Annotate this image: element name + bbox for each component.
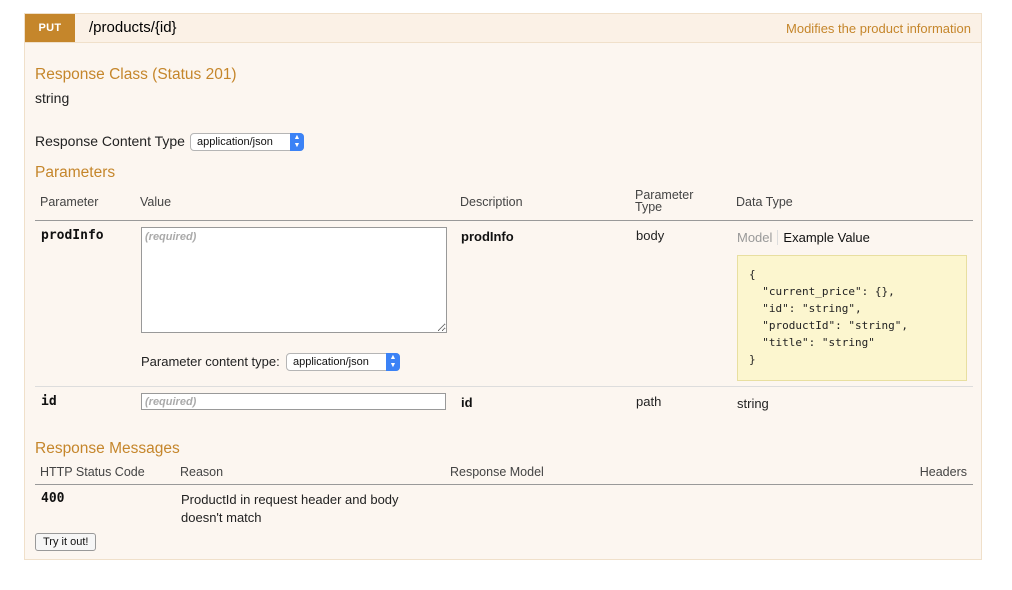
- select-arrows-icon: ▲ ▼: [290, 133, 304, 151]
- select-arrows-icon: ▲ ▼: [386, 353, 400, 371]
- col-parameter-type: Parameter Type: [635, 189, 693, 214]
- operation-summary[interactable]: Modifies the product information: [786, 21, 971, 36]
- example-line: "id": "string",: [749, 302, 862, 315]
- response-content-type-value: application/json: [197, 136, 273, 148]
- tab-example-value[interactable]: Example Value: [778, 230, 869, 245]
- params-header-divider: [35, 220, 973, 221]
- parameters-heading: Parameters: [35, 164, 116, 181]
- operation-panel: PUT /products/{id} Modifies the product …: [24, 13, 982, 560]
- col-parameter: Parameter: [40, 195, 99, 209]
- col-headers: Headers: [919, 465, 967, 479]
- response-content-type-select[interactable]: application/json ▲ ▼: [190, 133, 304, 151]
- status-code-400: 400: [41, 491, 65, 506]
- example-line: }: [749, 353, 756, 366]
- col-data-type: Data Type: [736, 195, 793, 209]
- response-reason-line2: doesn't match: [181, 510, 262, 525]
- prodinfo-body-textarea[interactable]: [141, 227, 447, 333]
- example-line: "productId": "string",: [749, 319, 908, 332]
- param-type-id: path: [636, 394, 662, 409]
- response-reason: ProductId in request header and body doe…: [181, 491, 399, 527]
- example-line: {: [749, 268, 756, 281]
- param-name-prodinfo: prodInfo: [41, 228, 104, 243]
- col-response-model: Response Model: [450, 465, 544, 479]
- example-line: "title": "string": [749, 336, 875, 349]
- param-content-type-select[interactable]: application/json ▲ ▼: [286, 353, 400, 371]
- example-line: "current_price": {},: [749, 285, 895, 298]
- col-reason: Reason: [180, 465, 224, 479]
- col-description: Description: [460, 195, 523, 209]
- param-description-id: id: [461, 395, 473, 410]
- param-content-type-label: Parameter content type:: [141, 354, 280, 369]
- data-type-tabs: Model Example Value: [737, 230, 870, 245]
- data-type-id: string: [737, 396, 769, 411]
- http-method-badge[interactable]: PUT: [25, 14, 75, 42]
- response-content-type-label: Response Content Type: [35, 133, 185, 149]
- operation-header[interactable]: PUT /products/{id} Modifies the product …: [25, 14, 981, 43]
- response-header-divider: [35, 484, 973, 485]
- response-class-type: string: [35, 90, 70, 106]
- example-value-box[interactable]: { "current_price": {}, "id": "string", "…: [737, 255, 967, 381]
- param-description-prodinfo: prodInfo: [461, 229, 514, 244]
- response-messages-heading: Response Messages: [35, 440, 180, 457]
- param-type-prodinfo: body: [636, 228, 665, 243]
- col-http-status-code: HTTP Status Code: [40, 465, 145, 479]
- response-class-heading: Response Class (Status 201): [35, 66, 237, 83]
- response-reason-line1: ProductId in request header and body: [181, 492, 399, 507]
- col-value: Value: [140, 195, 172, 209]
- param-row-divider: [35, 386, 973, 387]
- param-name-id: id: [41, 394, 57, 409]
- id-input[interactable]: [141, 393, 446, 410]
- param-content-type-value: application/json: [293, 356, 369, 368]
- col-parameter-type-line2: Type: [635, 200, 663, 214]
- tab-model[interactable]: Model: [737, 230, 779, 245]
- try-it-out-button[interactable]: Try it out!: [35, 533, 97, 551]
- endpoint-path[interactable]: /products/{id}: [89, 19, 177, 36]
